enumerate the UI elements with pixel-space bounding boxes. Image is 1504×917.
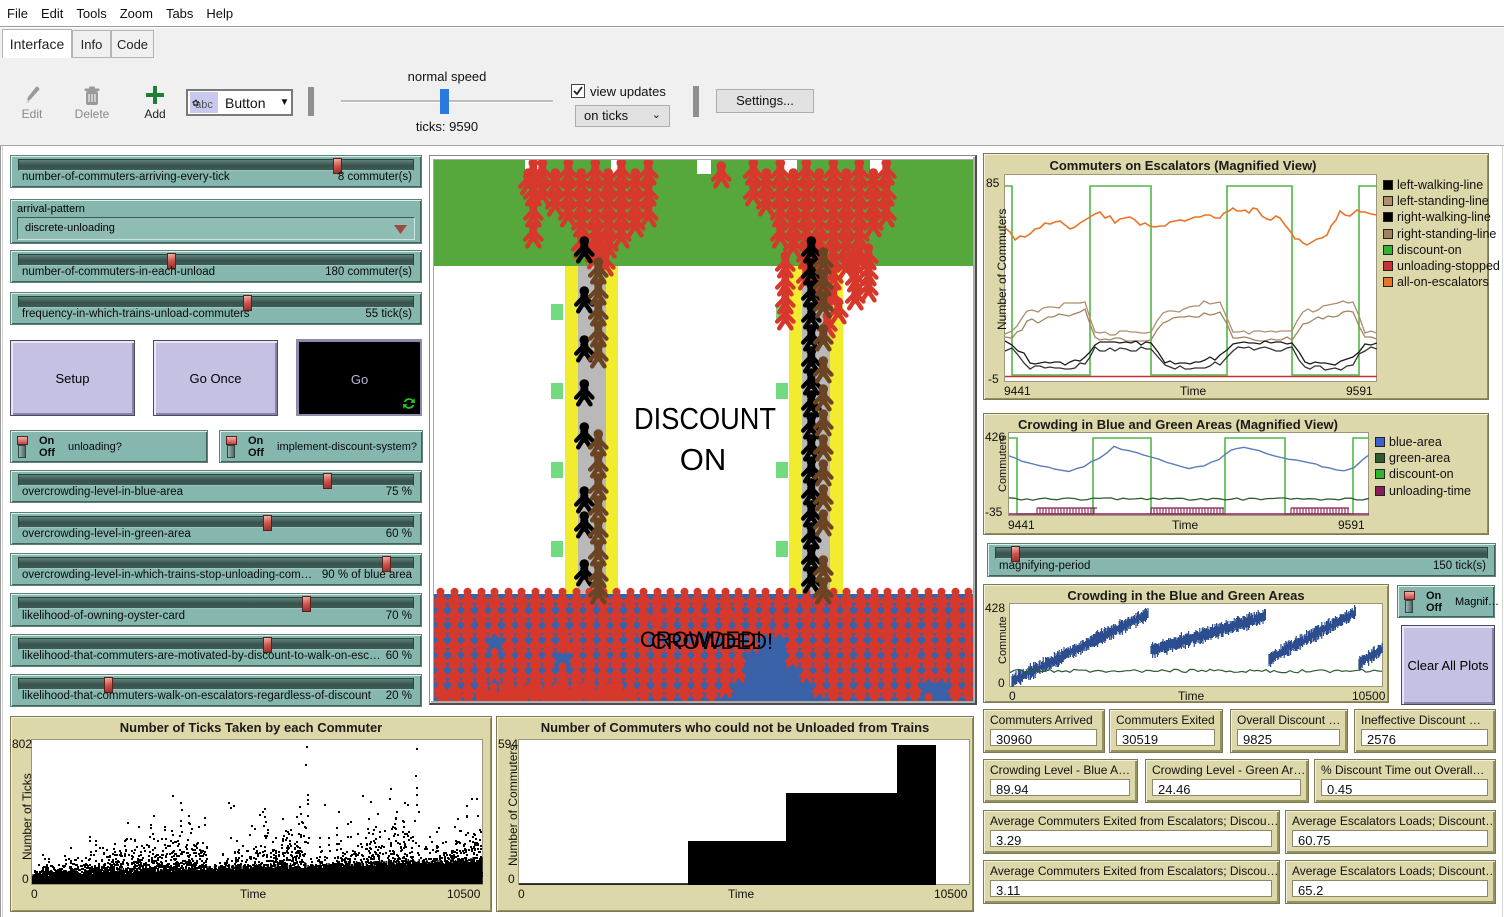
svg-text:DISCOUNT: DISCOUNT — [634, 401, 776, 436]
svg-text:CROWDED!: CROWDED! — [651, 629, 773, 654]
svg-text:ON: ON — [680, 442, 727, 477]
